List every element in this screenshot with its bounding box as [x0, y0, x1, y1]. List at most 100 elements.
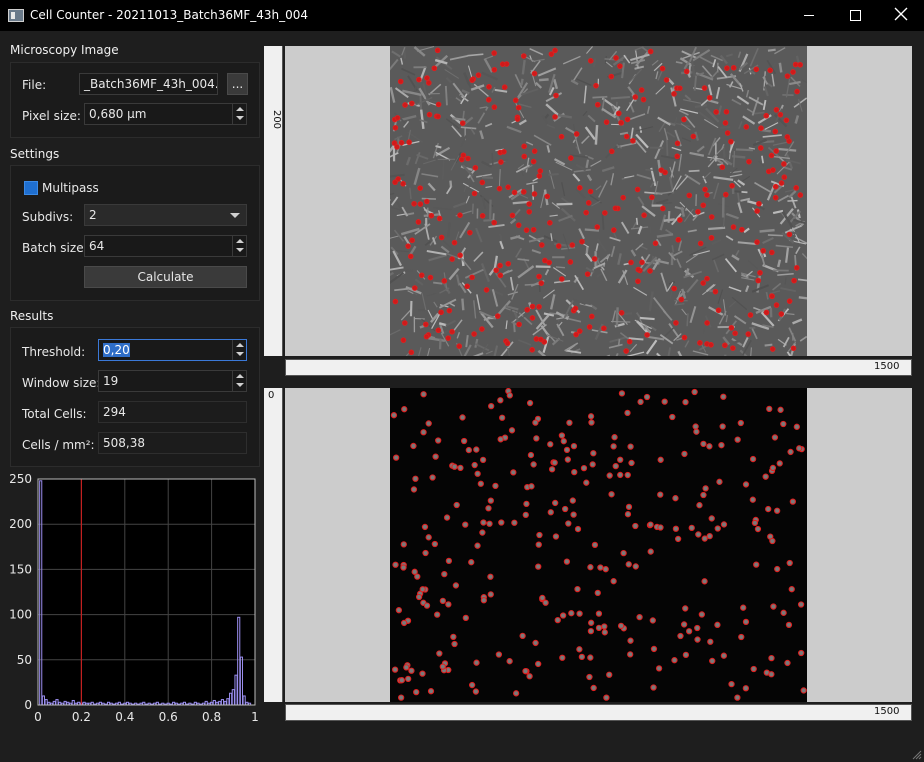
cell-marker [417, 185, 423, 191]
cell-marker [708, 235, 715, 241]
cell-marker [425, 534, 432, 541]
cell-marker [714, 525, 721, 532]
cell-texture-stroke [774, 47, 786, 55]
threshold-spinbox[interactable]: 0,20 [98, 339, 247, 361]
bottom-image-viewer[interactable]: 0 1500 [264, 386, 914, 722]
window-size-spin-buttons[interactable] [232, 371, 246, 391]
cell-marker [421, 523, 429, 531]
cell-texture-stroke [594, 124, 599, 145]
cell-marker [706, 94, 713, 101]
resize-grip-icon[interactable] [912, 750, 922, 760]
threshold-spin-buttons[interactable] [232, 340, 246, 360]
microscopy-phase-image[interactable] [390, 46, 807, 356]
cell-marker [713, 109, 719, 115]
cell-marker [424, 198, 430, 205]
pixel-size-spinbox[interactable]: 0,680 µm [84, 103, 247, 125]
top-plot-area[interactable] [285, 46, 912, 356]
cell-texture-stroke [784, 312, 795, 316]
maximize-button[interactable] [832, 0, 878, 31]
subdivs-combobox[interactable]: 2 [84, 204, 247, 226]
threshold-histogram[interactable]: 0 50 100 150 200 250 0 0.2 0.4 0.6 0.8 1 [0, 470, 262, 732]
cell-texture-stroke [422, 159, 436, 165]
spin-up-icon [236, 107, 244, 111]
pixel-size-value: 0,680 µm [89, 107, 147, 121]
title-bar[interactable]: Cell Counter - 20211013_Batch36MF_43h_00… [0, 0, 924, 31]
cell-texture-stroke [390, 58, 399, 71]
cell-texture-stroke [461, 298, 465, 311]
cell-marker [497, 262, 503, 269]
cell-marker [569, 497, 576, 504]
cell-marker [496, 185, 503, 192]
cell-marker [551, 459, 558, 466]
cell-marker [754, 525, 762, 533]
cell-texture-stroke [561, 182, 566, 197]
browse-button[interactable]: ... [227, 73, 248, 95]
spin-down-icon [236, 383, 244, 387]
minimize-button[interactable] [786, 0, 832, 31]
cell-texture-stroke [526, 141, 534, 146]
cell-texture-stroke [767, 234, 783, 237]
cell-texture-stroke [427, 309, 434, 320]
cells-per-mm2-field[interactable]: 508,38 [98, 432, 247, 454]
cell-texture-stroke [725, 235, 734, 241]
cell-texture-stroke [686, 313, 689, 327]
bottom-plot-area[interactable] [285, 388, 912, 702]
top-image-viewer[interactable]: 200 1500 [264, 42, 914, 378]
cell-marker [494, 313, 501, 319]
cell-marker [477, 480, 484, 487]
cell-texture-stroke [428, 336, 446, 343]
batch-size-spin-buttons[interactable] [232, 236, 246, 256]
histogram-y-tick-label: 50 [17, 653, 32, 667]
cell-marker [625, 503, 633, 511]
cell-marker [485, 96, 492, 103]
cell-texture-stroke [505, 320, 508, 330]
total-cells-field[interactable]: 294 [98, 401, 247, 423]
cell-marker [552, 114, 558, 120]
cell-marker [762, 473, 769, 480]
cell-marker [526, 208, 533, 215]
cell-marker [580, 464, 588, 472]
cell-marker [732, 330, 738, 337]
calculate-button[interactable]: Calculate [84, 266, 247, 288]
cell-marker [636, 613, 643, 621]
cell-texture-stroke [792, 318, 803, 325]
cell-marker [512, 97, 519, 104]
cell-marker [532, 639, 539, 647]
cell-marker [702, 186, 708, 193]
cell-marker [491, 219, 497, 226]
cell-texture-stroke [459, 221, 471, 239]
cell-detection-image[interactable] [390, 388, 807, 702]
cell-texture-stroke [549, 214, 558, 217]
cell-marker [786, 231, 793, 238]
cell-texture-stroke [733, 339, 741, 344]
cell-texture-stroke [610, 320, 631, 323]
cell-marker [400, 180, 406, 187]
cell-marker [786, 559, 793, 567]
cell-texture-stroke [558, 214, 573, 222]
cell-marker [681, 334, 688, 341]
cell-marker [511, 189, 518, 196]
pixel-size-spin-buttons[interactable] [232, 104, 246, 124]
cell-marker [624, 409, 631, 417]
cell-marker [688, 524, 695, 531]
cell-marker [528, 483, 535, 490]
cell-marker [590, 684, 597, 692]
batch-size-spinbox[interactable]: 64 [84, 235, 247, 257]
multipass-checkbox[interactable] [24, 181, 38, 195]
cell-marker [555, 243, 562, 249]
threshold-label: Threshold: [22, 345, 86, 359]
cell-marker [683, 68, 690, 75]
cell-texture-stroke [684, 340, 690, 348]
cell-marker [522, 511, 529, 518]
cell-texture-stroke [420, 109, 425, 129]
cell-marker [790, 345, 797, 352]
cell-texture-stroke [647, 335, 665, 341]
cell-texture-stroke [667, 347, 672, 356]
cell-texture-stroke [545, 103, 560, 117]
cell-texture-stroke [393, 229, 405, 242]
close-button[interactable] [878, 0, 924, 31]
window-size-spinbox[interactable]: 19 [98, 370, 247, 392]
file-path-field[interactable]: _Batch36MF_43h_004.png [79, 73, 218, 95]
cell-texture-stroke [681, 137, 692, 143]
cell-marker [753, 66, 760, 73]
